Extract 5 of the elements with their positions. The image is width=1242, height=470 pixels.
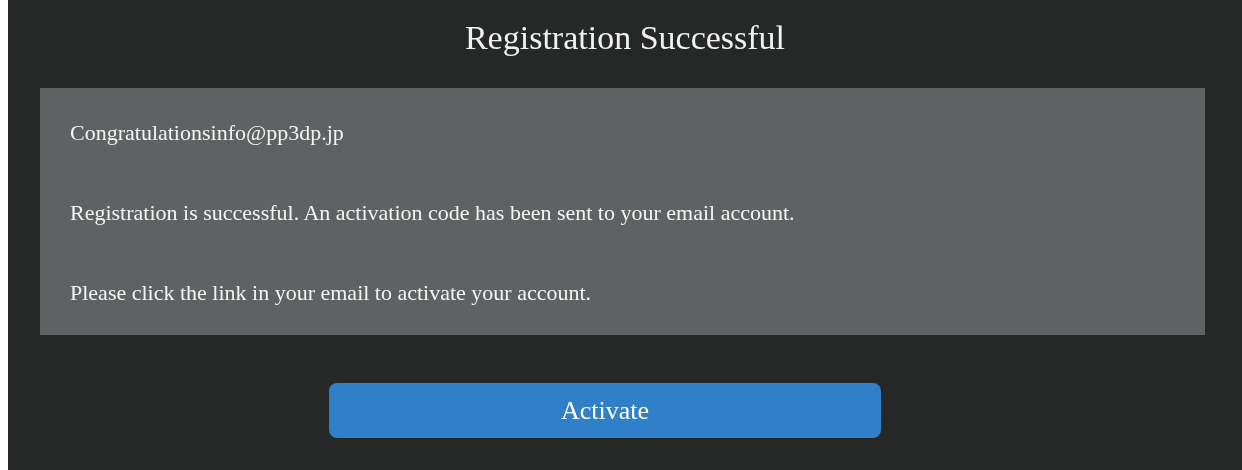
- activate-button[interactable]: Activate: [329, 383, 881, 438]
- message-text: Registration is successful. An activation code has been sent to your email account.: [70, 199, 796, 227]
- dialog-title: Registration Successful: [464, 18, 786, 58]
- message-text: Congratulationsinfo@pp3dp.jp: [70, 119, 345, 147]
- message-text: Please click the link in your email to activate your account.: [70, 279, 593, 307]
